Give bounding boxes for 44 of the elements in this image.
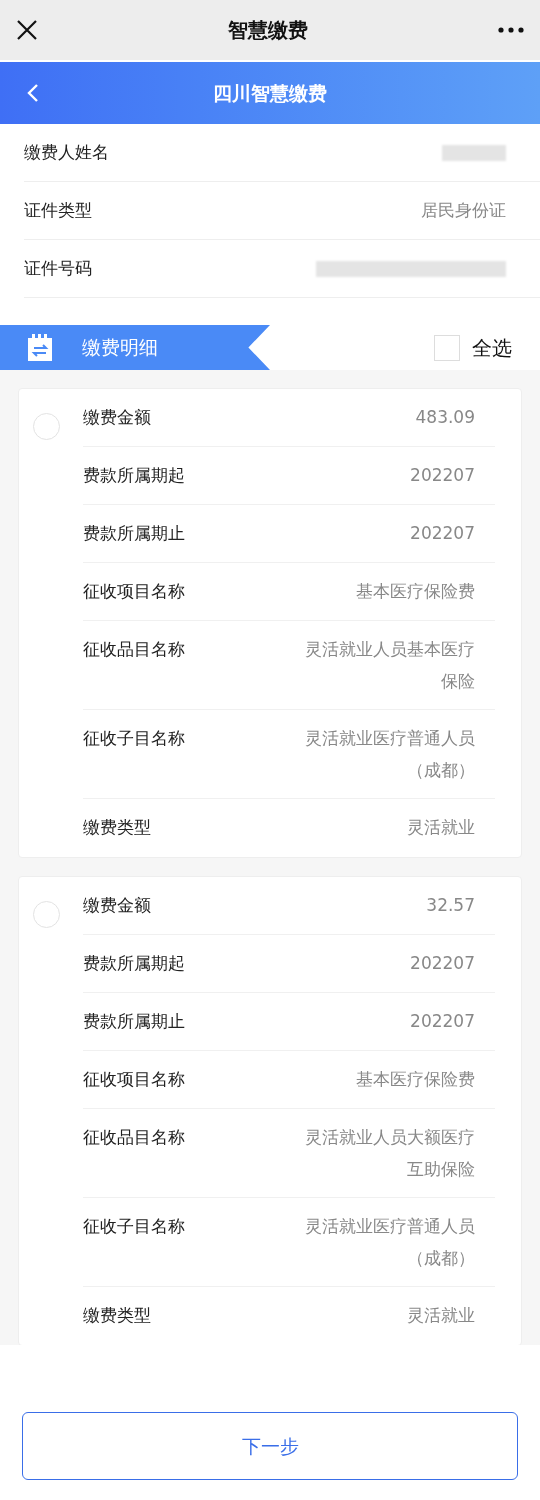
field-label: 费款所属期止 xyxy=(83,1010,185,1033)
field-value: 202207 xyxy=(410,464,475,487)
field-value: 202207 xyxy=(410,1010,475,1033)
field-value: 202207 xyxy=(410,522,475,545)
field-value: 灵活就业医疗普通人员（成都） xyxy=(304,1215,475,1270)
field-label: 缴费金额 xyxy=(83,406,151,429)
field-value: 灵活就业医疗普通人员（成都） xyxy=(304,727,475,782)
field-label: 征收子目名称 xyxy=(83,727,185,750)
close-icon[interactable] xyxy=(16,19,38,41)
field-label: 征收项目名称 xyxy=(83,1068,185,1091)
field-value: 基本医疗保险费 xyxy=(356,1068,475,1091)
select-all-checkbox[interactable] xyxy=(434,334,460,361)
select-all-label: 全选 xyxy=(472,334,512,362)
field-value: 灵活就业人员大额医疗互助保险 xyxy=(304,1126,475,1181)
more-icon[interactable] xyxy=(498,27,524,33)
field-value: 基本医疗保险费 xyxy=(356,580,475,603)
next-button[interactable]: 下一步 xyxy=(22,1412,518,1480)
field-value: 32.57 xyxy=(426,894,475,917)
field-value: 483.09 xyxy=(415,406,475,429)
field-label: 缴费人姓名 xyxy=(24,140,109,164)
radio-button[interactable] xyxy=(33,901,60,928)
back-icon[interactable] xyxy=(26,83,40,103)
field-label: 费款所属期起 xyxy=(83,952,185,975)
field-value: 灵活就业 xyxy=(407,1304,475,1327)
field-label: 证件类型 xyxy=(24,198,92,222)
field-value: 居民身份证 xyxy=(421,198,506,222)
calendar-icon xyxy=(27,333,53,362)
field-label: 证件号码 xyxy=(24,256,92,280)
field-label: 征收品目名称 xyxy=(83,1126,185,1149)
radio-button[interactable] xyxy=(33,413,60,440)
field-label: 缴费类型 xyxy=(83,1304,151,1327)
field-value: 202207 xyxy=(410,952,475,975)
field-label: 费款所属期起 xyxy=(83,464,185,487)
page-title: 智慧缴费 xyxy=(228,17,308,44)
field-label: 费款所属期止 xyxy=(83,522,185,545)
section-title: 缴费明细 xyxy=(82,335,158,361)
field-value: 灵活就业人员基本医疗保险 xyxy=(304,638,475,693)
field-label: 缴费类型 xyxy=(83,816,151,839)
field-label: 缴费金额 xyxy=(83,894,151,917)
field-value: 灵活就业 xyxy=(407,816,475,839)
field-label: 征收项目名称 xyxy=(83,580,185,603)
field-label: 征收品目名称 xyxy=(83,638,185,661)
header-title: 四川智慧缴费 xyxy=(213,80,327,106)
field-label: 征收子目名称 xyxy=(83,1215,185,1238)
